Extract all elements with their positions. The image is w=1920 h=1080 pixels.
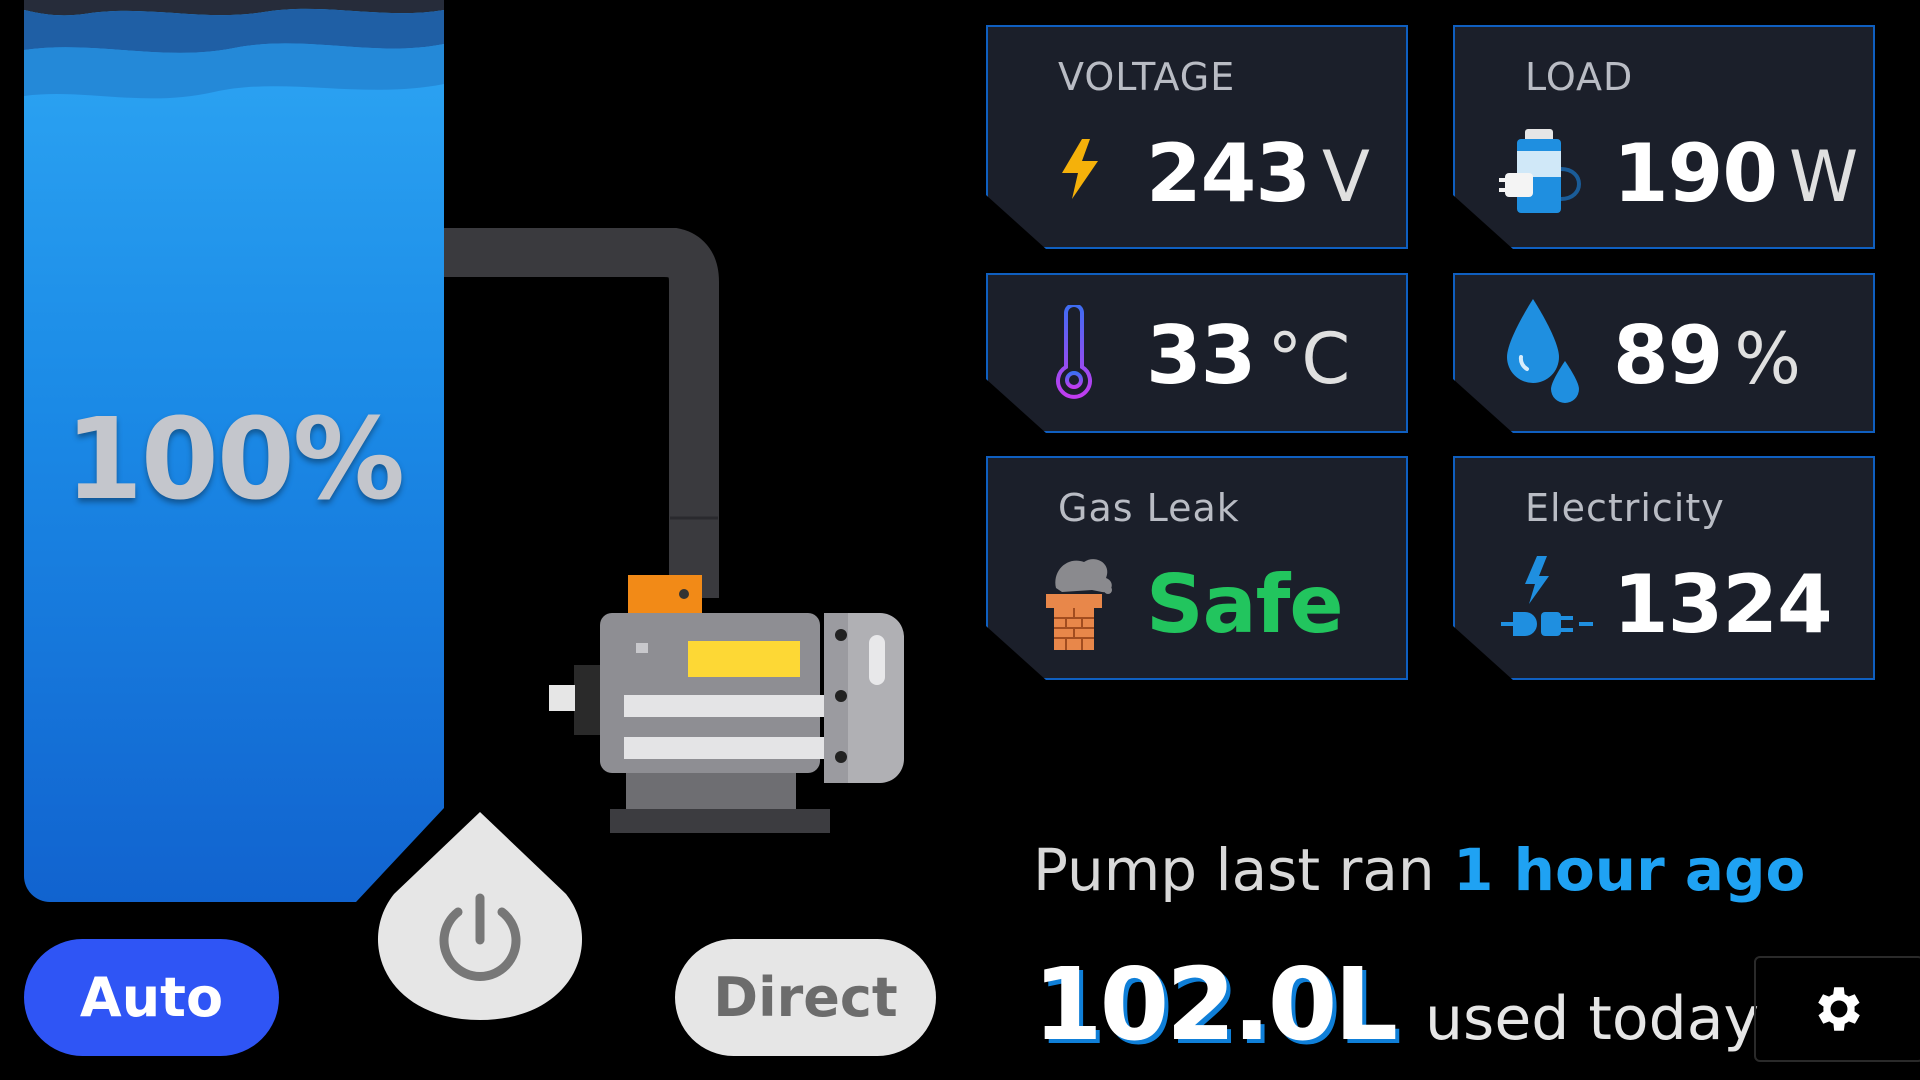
temperature-card: 33 °C	[986, 273, 1408, 433]
load-card: LOAD 190 W	[1453, 25, 1875, 249]
auto-mode-button[interactable]: Auto	[24, 939, 279, 1056]
gas-leak-card: Gas Leak Safe	[986, 456, 1408, 680]
load-value: 190 W	[1613, 127, 1858, 220]
voltage-value: 243 V	[1146, 127, 1370, 220]
daily-usage: 102.0L used today	[1033, 946, 1759, 1063]
electricity-label: Electricity	[1525, 486, 1725, 530]
thermometer-icon	[1056, 305, 1092, 399]
pump-icon	[549, 575, 904, 833]
pump-last-ran-text: Pump last ran 1 hour ago	[1033, 836, 1806, 904]
humidity-card: 89%	[1453, 273, 1875, 433]
lightning-icon	[1062, 139, 1098, 199]
gear-icon	[1818, 987, 1860, 1031]
usage-suffix: used today	[1425, 984, 1759, 1054]
power-button[interactable]	[374, 812, 586, 1020]
pipe	[444, 228, 719, 598]
usage-amount: 102.0L	[1033, 946, 1398, 1063]
voltage-label: VOLTAGE	[1058, 55, 1236, 99]
temperature-value: 33 °C	[1146, 309, 1350, 402]
chimney-smoke-icon	[1046, 559, 1112, 650]
gas-leak-label: Gas Leak	[1058, 486, 1240, 530]
water-waves	[24, 0, 444, 99]
settings-button[interactable]	[1754, 956, 1920, 1062]
electricity-card: Electricity 1324	[1453, 456, 1875, 680]
direct-mode-button[interactable]: Direct	[675, 939, 936, 1056]
plug-icon	[1501, 556, 1593, 636]
appliance-icon	[1499, 129, 1581, 213]
voltage-card: VOLTAGE 243 V	[986, 25, 1408, 249]
electricity-value: 1324	[1613, 558, 1833, 651]
water-tank: 100%	[24, 0, 444, 902]
gas-leak-status: Safe	[1146, 558, 1344, 651]
tank-level-percent: 100%	[64, 395, 405, 525]
load-label: LOAD	[1525, 55, 1634, 99]
pump-last-ran-time: 1 hour ago	[1453, 836, 1806, 904]
humidity-value: 89%	[1613, 309, 1801, 402]
water-drops-icon	[1507, 299, 1579, 403]
